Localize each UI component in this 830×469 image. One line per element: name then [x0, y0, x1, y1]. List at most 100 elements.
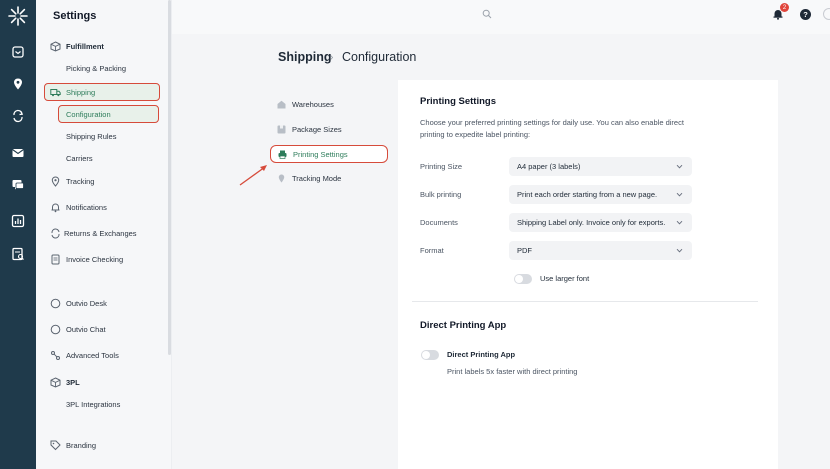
breadcrumb-shipping[interactable]: Shipping — [278, 50, 331, 64]
sidebar-item-label: Tracking — [66, 176, 95, 186]
tools-icon — [51, 350, 60, 360]
sidebar-title: Settings — [53, 10, 97, 22]
subnav-item-package-sizes[interactable]: Package Sizes — [270, 120, 388, 138]
sidebar-item-outvio-chat[interactable]: Outvio Chat — [36, 320, 172, 338]
select-value: Print each order starting from a new pag… — [517, 190, 658, 199]
orders-icon[interactable] — [11, 45, 25, 59]
format-label: Format — [420, 246, 444, 255]
chevron-down-icon — [676, 192, 683, 197]
documents-select[interactable]: Shipping Label only. Invoice only for ex… — [509, 213, 692, 232]
sidebar-item-tracking[interactable]: Tracking — [36, 172, 172, 190]
sidebar-item-label: 3PL — [66, 377, 80, 387]
sidebar-item-notifications[interactable]: Notifications — [36, 198, 172, 216]
select-value: A4 paper (3 labels) — [517, 162, 581, 171]
refresh-icon — [51, 228, 60, 238]
sidebar-item-configuration[interactable]: Configuration — [36, 105, 172, 123]
direct-printing-app-description: Print labels 5x faster with direct print… — [447, 367, 578, 376]
chevron-down-icon — [676, 220, 683, 225]
printer-icon — [278, 150, 287, 159]
sidebar-item-label: Notifications — [66, 202, 107, 212]
sidebar-item-shipping[interactable]: Shipping — [36, 83, 172, 101]
chat-icon[interactable] — [11, 178, 25, 192]
sidebar-item-advanced-tools[interactable]: Advanced Tools — [36, 346, 172, 364]
box-icon — [277, 125, 286, 133]
sidebar-item-shipping-rules[interactable]: Shipping Rules — [36, 127, 172, 145]
sidebar-item-label: Branding — [66, 440, 97, 450]
location-pin-icon[interactable] — [11, 77, 25, 91]
sidebar-item-label: Advanced Tools — [66, 350, 119, 360]
direct-printing-app-label: Direct Printing App — [447, 350, 516, 359]
sidebar-item-fulfillment[interactable]: Fulfillment — [36, 37, 172, 55]
subnav-item-tracking-mode[interactable]: Tracking Mode — [270, 169, 388, 187]
sidebar-item-label: Shipping Rules — [66, 131, 117, 141]
sidebar-item-returns-exchanges[interactable]: Returns & Exchanges — [36, 224, 172, 242]
help-button[interactable]: ? — [800, 9, 811, 20]
annotation-arrow — [239, 165, 267, 186]
format-select[interactable]: PDF — [509, 241, 692, 260]
reports-icon[interactable] — [11, 247, 25, 261]
chat-bubble-icon — [50, 324, 61, 334]
avatar[interactable] — [823, 8, 830, 20]
analytics-icon[interactable] — [11, 214, 25, 228]
truck-icon — [50, 88, 61, 96]
location-pin-icon — [278, 174, 285, 182]
printing-size-select[interactable]: A4 paper (3 labels) — [509, 157, 692, 176]
sidebar-item-label: Configuration — [66, 109, 111, 119]
sidebar-item-branding[interactable]: Branding — [36, 436, 172, 454]
printing-size-label: Printing Size — [420, 162, 463, 171]
search-icon[interactable] — [482, 9, 492, 19]
sidebar-item-carriers[interactable]: Carriers — [36, 149, 172, 167]
sidebar-item-label: Picking & Packing — [66, 63, 127, 73]
subnav-item-printing-settings[interactable]: Printing Settings — [270, 145, 388, 163]
sidebar-item-label: Outvio Chat — [66, 324, 106, 334]
bulk-printing-label: Bulk printing — [420, 190, 462, 199]
select-value: Shipping Label only. Invoice only for ex… — [517, 218, 666, 227]
location-pin-icon — [51, 175, 60, 187]
documents-label: Documents — [420, 218, 458, 227]
returns-icon[interactable] — [11, 109, 25, 123]
sidebar-item-outvio-desk[interactable]: Outvio Desk — [36, 294, 172, 312]
notification-count-badge: 2 — [780, 3, 789, 12]
sidebar-item-label: Fulfillment — [66, 41, 104, 51]
tag-icon — [50, 440, 61, 450]
direct-printing-app-heading: Direct Printing App — [420, 320, 507, 331]
sidebar-item-3pl-integrations[interactable]: 3PL Integrations — [36, 395, 172, 413]
subnav-item-warehouses[interactable]: Warehouses — [270, 95, 388, 113]
printing-settings-description: Choose your preferred printing settings … — [420, 118, 684, 139]
sidebar-item-invoice-checking[interactable]: Invoice Checking — [36, 250, 172, 268]
mail-icon[interactable] — [11, 146, 25, 160]
subnav-label: Warehouses — [292, 99, 334, 109]
sidebar-item-label: Returns & Exchanges — [64, 228, 137, 238]
sidebar-item-label: Shipping — [66, 87, 96, 97]
select-value: PDF — [517, 246, 532, 255]
section-divider — [412, 301, 758, 302]
chevron-down-icon — [676, 248, 683, 253]
cube-icon — [50, 376, 61, 388]
subnav-label: Printing Settings — [293, 149, 348, 159]
invoice-icon — [51, 254, 60, 264]
sidebar-scrollbar[interactable] — [168, 0, 171, 355]
sidebar-item-label: 3PL Integrations — [66, 399, 121, 409]
sidebar-item-label: Carriers — [66, 153, 93, 163]
bell-icon — [51, 203, 60, 212]
sidebar-item-picking-packing[interactable]: Picking & Packing — [36, 59, 172, 77]
top-bar — [172, 0, 830, 34]
outvio-logo-icon[interactable] — [7, 5, 29, 27]
chevron-down-icon — [676, 164, 683, 169]
larger-font-label: Use larger font — [540, 274, 590, 283]
subnav-label: Tracking Mode — [292, 173, 342, 183]
breadcrumb-separator: › — [330, 52, 334, 63]
direct-printing-app-toggle[interactable] — [421, 350, 439, 360]
cube-icon — [50, 40, 61, 52]
printing-settings-heading: Printing Settings — [420, 96, 496, 107]
larger-font-toggle[interactable] — [514, 274, 532, 284]
subnav-label: Package Sizes — [292, 124, 342, 134]
page-title: Configuration — [342, 50, 417, 64]
sidebar-item-3pl[interactable]: 3PL — [36, 373, 172, 391]
chat-bubble-icon — [50, 298, 61, 308]
app-rail — [0, 0, 36, 469]
sidebar-item-label: Outvio Desk — [66, 298, 107, 308]
bulk-printing-select[interactable]: Print each order starting from a new pag… — [509, 185, 692, 204]
warehouse-icon — [277, 100, 286, 108]
sidebar-item-label: Invoice Checking — [66, 254, 124, 264]
